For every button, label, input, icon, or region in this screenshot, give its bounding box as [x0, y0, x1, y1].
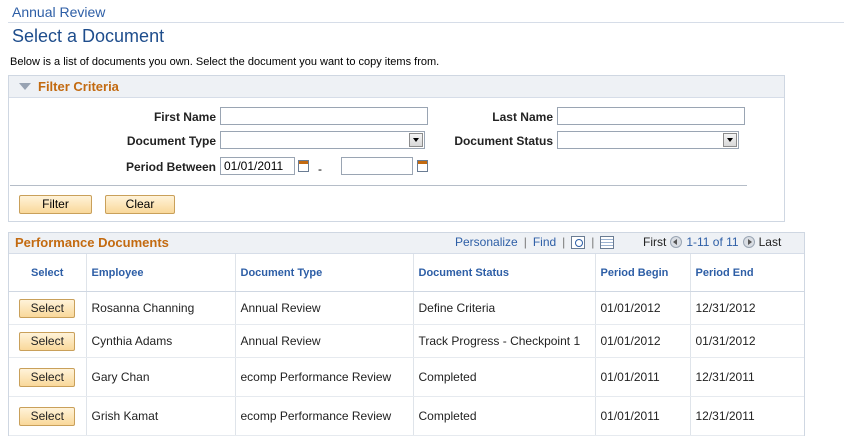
select-cell: Select	[9, 291, 86, 325]
table-row: Select Rosanna Channing Annual Review De…	[9, 291, 804, 325]
document-type-cell: Annual Review	[234, 291, 413, 325]
grid-header-bar: Performance Documents Personalize | Find…	[9, 233, 804, 254]
performance-documents-grid: Performance Documents Personalize | Find…	[8, 232, 805, 436]
next-page-icon[interactable]	[742, 236, 755, 248]
grid-tools: Personalize | Find | |	[455, 235, 615, 249]
grid-title: Performance Documents	[15, 235, 169, 250]
column-header-employee[interactable]: Employee	[85, 254, 235, 292]
filter-divider	[10, 185, 747, 186]
page-instructions: Below is a list of documents you own. Se…	[10, 56, 440, 68]
clear-button[interactable]: Clear	[105, 195, 175, 214]
select-cell: Select	[9, 396, 86, 436]
dropdown-arrow-icon[interactable]	[409, 133, 423, 147]
period-to-input[interactable]	[341, 157, 413, 175]
period-begin-cell: 01/01/2012	[594, 291, 690, 325]
column-header-period-begin[interactable]: Period Begin	[594, 254, 690, 292]
period-from-input[interactable]	[220, 157, 295, 175]
last-name-label: Last Name	[492, 110, 553, 124]
filter-criteria-title: Filter Criteria	[38, 79, 119, 94]
document-status-cell: Completed	[412, 357, 595, 397]
download-spreadsheet-icon[interactable]	[600, 235, 615, 249]
document-status-cell: Completed	[412, 396, 595, 436]
row-range: 1-11 of 11	[686, 235, 739, 249]
table-row: Select Grish Kamat ecomp Performance Rev…	[9, 396, 804, 436]
tool-separator: |	[591, 235, 595, 249]
select-button[interactable]: Select	[19, 406, 76, 426]
filter-criteria-header[interactable]: Filter Criteria	[9, 76, 784, 98]
document-type-label: Document Type	[126, 134, 216, 148]
document-type-cell: ecomp Performance Review	[234, 396, 413, 436]
collapse-triangle-icon[interactable]	[19, 83, 31, 90]
select-button[interactable]: Select	[19, 367, 76, 387]
tool-separator: |	[562, 235, 566, 249]
dropdown-arrow-icon[interactable]	[723, 133, 737, 147]
document-status-cell: Track Progress - Checkpoint 1	[412, 324, 595, 358]
breadcrumb[interactable]: Annual Review	[12, 4, 105, 20]
first-name-label: First Name	[153, 110, 216, 124]
previous-page-icon[interactable]	[670, 236, 683, 248]
grid-pagination: First 1-11 of 11 Last	[643, 235, 781, 249]
period-end-cell: 12/31/2011	[689, 396, 804, 436]
document-status-cell: Define Criteria	[412, 291, 595, 325]
column-header-select: Select	[9, 254, 86, 292]
table-row: Select Cynthia Adams Annual Review Track…	[9, 324, 804, 358]
select-cell: Select	[9, 357, 86, 397]
period-begin-cell: 01/01/2011	[594, 396, 690, 436]
period-begin-cell: 01/01/2011	[594, 357, 690, 397]
last-name-input[interactable]	[557, 107, 745, 125]
document-status-label: Document Status	[454, 134, 553, 148]
employee-cell: Rosanna Channing	[85, 291, 235, 325]
calendar-icon[interactable]	[298, 160, 309, 172]
column-header-period-end[interactable]: Period End	[689, 254, 804, 292]
document-type-cell: Annual Review	[234, 324, 413, 358]
employee-cell: Grish Kamat	[85, 396, 235, 436]
document-status-select[interactable]	[557, 131, 739, 149]
document-type-select[interactable]	[220, 131, 425, 149]
select-cell: Select	[9, 324, 86, 358]
documents-table: Select Employee Document Type Document S…	[9, 254, 804, 436]
breadcrumb-divider	[8, 22, 844, 23]
table-row: Select Gary Chan ecomp Performance Revie…	[9, 357, 804, 397]
column-header-document-type[interactable]: Document Type	[234, 254, 413, 292]
find-link[interactable]: Find	[533, 235, 556, 249]
select-button[interactable]: Select	[19, 298, 76, 318]
employee-cell: Cynthia Adams	[85, 324, 235, 358]
last-link[interactable]: Last	[759, 235, 782, 249]
period-begin-cell: 01/01/2012	[594, 324, 690, 358]
period-end-cell: 01/31/2012	[689, 324, 804, 358]
period-end-cell: 12/31/2012	[689, 291, 804, 325]
page-title: Select a Document	[12, 26, 165, 46]
period-between-label: Period Between	[125, 160, 216, 174]
column-header-document-status[interactable]: Document Status	[412, 254, 595, 292]
employee-cell: Gary Chan	[85, 357, 235, 397]
tool-separator: |	[523, 235, 527, 249]
first-name-input[interactable]	[220, 107, 428, 125]
view-all-icon[interactable]	[571, 235, 586, 249]
period-dash: -	[318, 162, 322, 176]
document-type-cell: ecomp Performance Review	[234, 357, 413, 397]
calendar-icon[interactable]	[417, 160, 428, 172]
personalize-link[interactable]: Personalize	[455, 235, 518, 249]
select-button[interactable]: Select	[19, 331, 76, 351]
period-end-cell: 12/31/2011	[689, 357, 804, 397]
filter-button[interactable]: Filter	[19, 195, 92, 214]
first-link[interactable]: First	[643, 235, 666, 249]
